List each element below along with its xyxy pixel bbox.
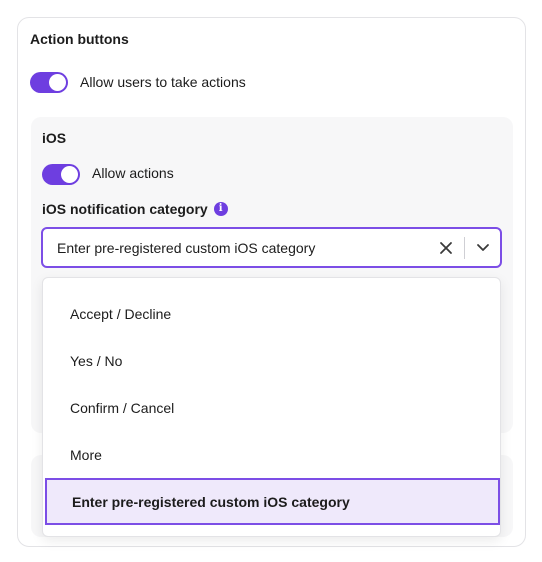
ios-allow-actions-toggle[interactable]	[42, 164, 80, 185]
ios-category-label-text: iOS notification category	[42, 201, 208, 217]
toggle-knob	[49, 74, 66, 91]
menu-item-yes-no[interactable]: Yes / No	[43, 337, 500, 384]
select-divider	[464, 237, 465, 259]
menu-item-confirm-cancel[interactable]: Confirm / Cancel	[43, 384, 500, 431]
menu-item-custom-category[interactable]: Enter pre-registered custom iOS category	[45, 478, 500, 525]
ios-category-dropdown-menu: Accept / Decline Yes / No Confirm / Canc…	[42, 277, 501, 537]
allow-users-actions-label: Allow users to take actions	[80, 74, 246, 90]
select-current-value: Enter pre-registered custom iOS category	[57, 240, 316, 256]
clear-icon[interactable]	[437, 239, 455, 257]
ios-section-title: iOS	[42, 130, 67, 146]
ios-category-label: iOS notification category i	[42, 201, 228, 217]
ios-category-select[interactable]: Enter pre-registered custom iOS category	[41, 227, 502, 268]
menu-item-more[interactable]: More	[43, 431, 500, 478]
toggle-knob	[61, 166, 78, 183]
allow-users-actions-toggle[interactable]	[30, 72, 68, 93]
menu-item-accept-decline[interactable]: Accept / Decline	[43, 290, 500, 337]
ios-allow-actions-label: Allow actions	[92, 165, 174, 181]
info-icon[interactable]: i	[213, 202, 228, 216]
chevron-down-icon[interactable]	[473, 239, 493, 257]
card-title: Action buttons	[30, 31, 129, 47]
